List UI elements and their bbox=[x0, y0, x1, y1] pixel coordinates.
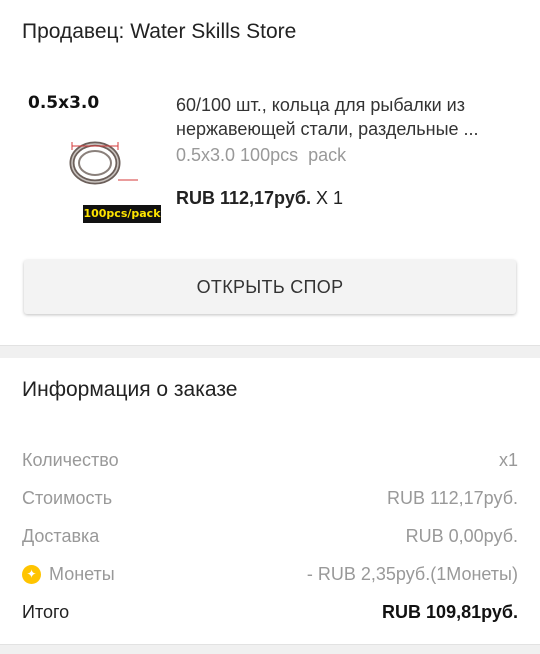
coins-label: Монеты bbox=[49, 564, 115, 584]
product-price-line: RUB 112,17руб. X 1 bbox=[176, 188, 343, 209]
shipping-label: Доставка bbox=[22, 526, 100, 546]
product-variant: 0.5x3.0 100pcs pack bbox=[176, 145, 347, 165]
section-divider-bottom bbox=[0, 644, 540, 654]
product-image[interactable]: 0.5x3.0 100pcs/pack bbox=[22, 86, 167, 231]
open-dispute-button[interactable]: ОТКРЫТЬ СПОР bbox=[24, 260, 516, 314]
section-divider bbox=[0, 345, 540, 358]
product-price: RUB 112,17руб. bbox=[176, 188, 311, 208]
product-image-pack-label: 100pcs/pack bbox=[83, 205, 161, 223]
cost-value: RUB 112,17руб. bbox=[386, 488, 518, 508]
quantity-row: Количество x1 bbox=[22, 450, 518, 471]
order-info-title: Информация о заказе bbox=[22, 378, 238, 401]
coins-label-wrap: Монеты bbox=[22, 564, 115, 585]
quantity-value: x1 bbox=[498, 450, 518, 470]
product-quantity: X 1 bbox=[315, 188, 343, 208]
product-title-line-2: нержавеющей стали, раздельные ... bbox=[176, 119, 479, 139]
cost-row: Стоимость RUB 112,17руб. bbox=[22, 488, 518, 509]
shipping-row: Доставка RUB 0,00руб. bbox=[22, 526, 518, 547]
total-row: Итого RUB 109,81руб. bbox=[22, 602, 518, 623]
cost-label: Стоимость bbox=[22, 488, 113, 508]
total-label: Итого bbox=[22, 602, 70, 622]
total-value: RUB 109,81руб. bbox=[382, 602, 518, 622]
product-title[interactable]: 60/100 шт., кольца для рыбалки из нержав… bbox=[176, 93, 521, 141]
product-title-line-1: 60/100 шт., кольца для рыбалки из bbox=[176, 95, 465, 115]
shipping-value: RUB 0,00руб. bbox=[405, 526, 518, 546]
seller-name[interactable]: Продавец: Water Skills Store bbox=[22, 20, 296, 44]
coins-row: Монеты - RUB 2,35руб.(1Монеты) bbox=[22, 564, 518, 585]
coins-value: - RUB 2,35руб.(1Монеты) bbox=[306, 564, 518, 584]
coin-icon bbox=[22, 564, 41, 584]
quantity-label: Количество bbox=[22, 450, 119, 470]
